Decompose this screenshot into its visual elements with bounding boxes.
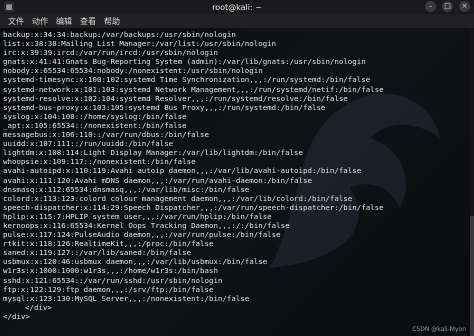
terminal-line: whoopsie:x:109:117::/nonexistent:/bin/fa… xyxy=(3,157,196,167)
terminal-icon[interactable]: ▦ xyxy=(4,2,14,12)
terminal-line: nobody:x:65534:65534:nobody:/nonexistent… xyxy=(3,66,263,76)
scrollbar[interactable] xyxy=(470,28,474,336)
terminal-line: uuidd:x:107:111::/run/uuidd:/bin/false xyxy=(3,139,174,149)
terminal-line: ftp:x:122:129:ftp daemon,,,:/srv/ftp:/bi… xyxy=(3,284,214,294)
terminal-line: rtkit:x:118:126:RealtimeKit,,,:/proc:/bi… xyxy=(3,239,214,249)
title-bar: ▦ root@kali: ~ – □ × xyxy=(0,0,474,14)
terminal-line: avahi-autoipd:x:110:119:Avahi autoip dae… xyxy=(3,166,362,176)
terminal-line: </div> xyxy=(3,311,30,321)
menu-bar: 文件 动作 编辑 查看 帮助 xyxy=(0,14,474,28)
terminal-line: syslog:x:104:108::/home/syslog:/bin/fals… xyxy=(3,111,187,121)
terminal-line: irc:x:39:39:ircd:/var/run/ircd:/usr/sbin… xyxy=(3,48,218,58)
terminal-line: usbmux:x:120:46:usbmux daemon,,,:/var/li… xyxy=(3,257,268,267)
terminal-line: backup:x:34:34:backup:/var/backups:/usr/… xyxy=(3,30,236,39)
window-title: root@kali: ~ xyxy=(212,2,262,12)
terminal-line: pulse:x:117:124:PulseAudio daemon,,,:/va… xyxy=(3,230,281,240)
terminal-line: messagebus:x:106:110::/var/run/dbus:/bin… xyxy=(3,130,209,140)
menu-help[interactable]: 帮助 xyxy=(104,16,120,27)
terminal-line: avahi:x:111:120:Avahi mDNS daemon,,,:/va… xyxy=(3,175,312,185)
terminal-line: sshd:x:121:65534::/var/run/sshd:/usr/sbi… xyxy=(3,275,223,285)
maximize-button[interactable]: □ xyxy=(442,1,453,12)
close-button[interactable]: × xyxy=(459,1,470,12)
terminal-line: systemd-bus-proxy:x:103:105:systemd Bus … xyxy=(3,102,326,112)
terminal-line: list:x:38:38:Mailing List Manager:/var/l… xyxy=(3,39,277,49)
terminal-lines: backup:x:34:34:backup:/var/backups:/usr/… xyxy=(3,30,470,321)
terminal-output[interactable]: backup:x:34:34:backup:/var/backups:/usr/… xyxy=(0,28,474,336)
terminal-line: w1r3s:x:1000:1000:w1r3s,,,:/home/w1r3s:/… xyxy=(3,266,218,276)
window-controls: – □ × xyxy=(425,1,470,12)
terminal-line: systemd-resolve:x:102:104:systemd Resolv… xyxy=(3,93,348,103)
terminal-line: speech-dispatcher:x:114:29:Speech Dispat… xyxy=(3,202,384,212)
menu-actions[interactable]: 动作 xyxy=(32,16,48,27)
terminal-line: colord:x:113:123:colord colour managemen… xyxy=(3,193,353,203)
terminal-line: dnsmasq:x:112:65534:dnsmasq,,,:/var/lib/… xyxy=(3,184,250,194)
terminal-line: saned:x:119:127::/var/lib/saned:/bin/fal… xyxy=(3,248,192,258)
terminal-line: gnats:x:41:41:Gnats Bug-Reporting System… xyxy=(3,57,366,67)
minimize-button[interactable]: – xyxy=(425,1,436,12)
menu-file[interactable]: 文件 xyxy=(8,16,24,27)
menu-view[interactable]: 查看 xyxy=(80,16,96,27)
terminal-line: hplip:x:115:7:HPLIP system user,,,:/var/… xyxy=(3,211,272,221)
terminal-line: mysql:x:123:130:MySQL Server,,,:/nonexis… xyxy=(3,293,250,303)
terminal-line: systemd-network:x:101:103:systemd Networ… xyxy=(3,84,384,94)
terminal-line: lightdm:x:108:114:Light Display Manager:… xyxy=(3,148,304,158)
scrollbar-thumb[interactable] xyxy=(470,216,474,336)
terminal-line: systemd-timesync:x:100:102:systemd Time … xyxy=(3,75,371,85)
terminal-line: </div> xyxy=(25,302,52,312)
terminal-line: kernoops:x:116:65534:Kernel Oops Trackin… xyxy=(3,220,290,230)
menu-edit[interactable]: 编辑 xyxy=(56,16,72,27)
terminal-line: _apt:x:105:65534::/nonexistent:/bin/fals… xyxy=(3,120,187,130)
watermark: CSDN @kali-Myon xyxy=(412,326,466,333)
